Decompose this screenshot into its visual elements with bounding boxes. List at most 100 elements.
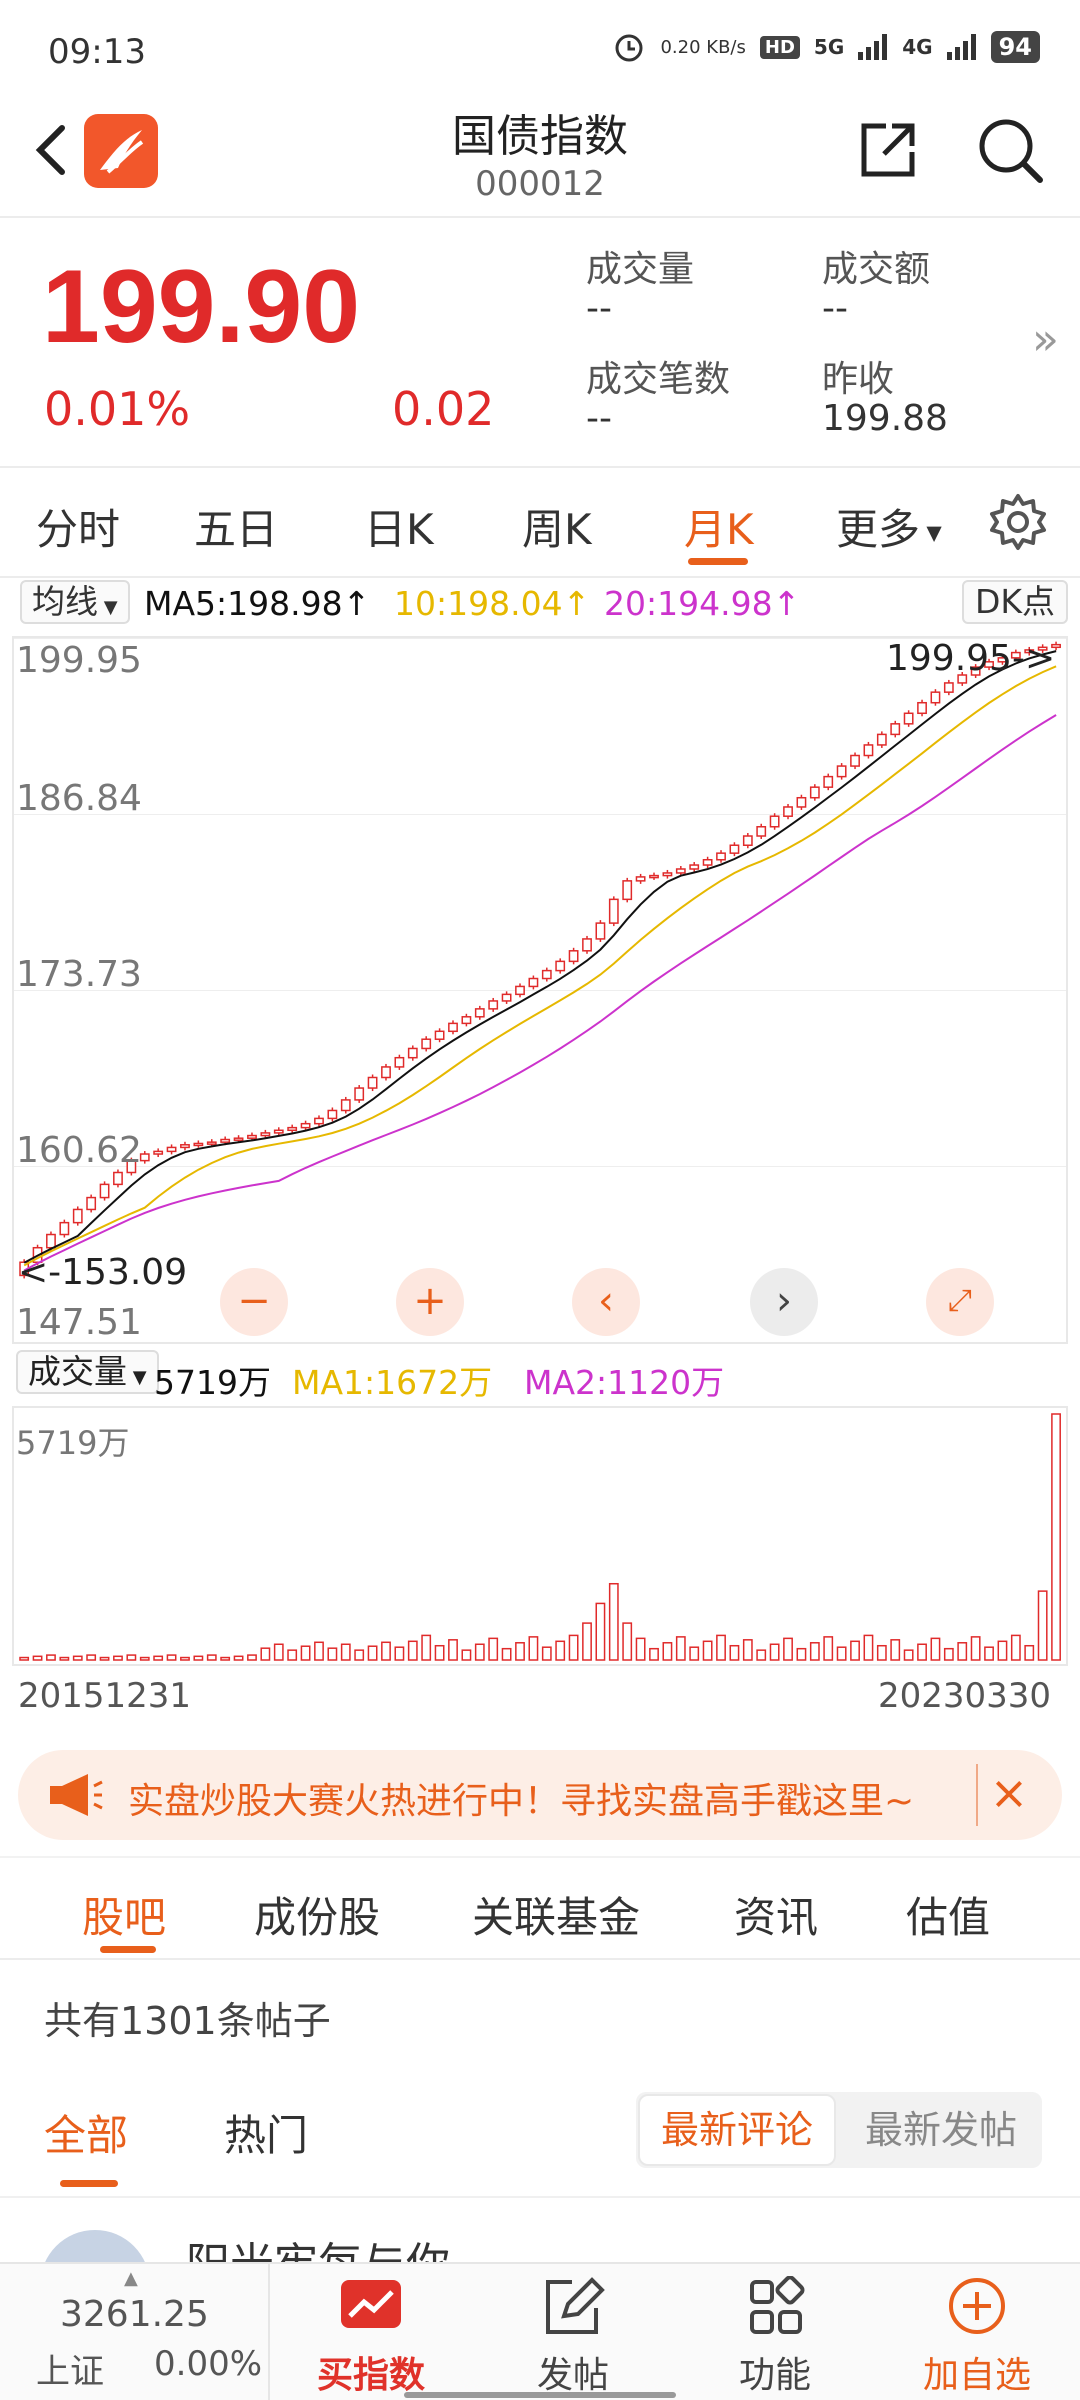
volume-bar [689,1646,700,1661]
scroll-left-button[interactable]: ‹ [572,1268,640,1336]
alarm-icon [615,34,643,62]
volume-bar [984,1646,994,1661]
volume-chart[interactable]: 5719万 [12,1406,1068,1666]
candle [340,1099,351,1112]
tab-daily-k[interactable]: 日K [364,496,434,557]
ma20-line [23,714,1057,1272]
volume-bar [1024,1644,1035,1661]
tab-guba[interactable]: 股吧 [82,1884,166,1945]
ma-selector[interactable]: 均线 ▼ [20,580,130,624]
close-icon[interactable] [976,1764,1038,1826]
kline-plot [19,641,1061,1279]
candle [595,922,606,940]
ma20-value: 20:194.98↑ [604,584,801,623]
volume-bar [662,1642,673,1661]
search-icon[interactable] [974,114,1046,186]
volume-bar [59,1656,70,1661]
candle [354,1087,365,1101]
volume-bar [394,1646,405,1661]
tab-constituents[interactable]: 成份股 [254,1884,380,1945]
date-end: 20230330 [878,1676,1052,1716]
home-indicator [404,2392,676,2398]
trades-value: -- [586,398,612,439]
volume-bar [528,1636,539,1661]
tab-weekly-k[interactable]: 周K [522,496,592,557]
volume-bar [823,1636,834,1661]
kline-chart[interactable]: 199.95 186.84 173.73 160.62 147.51 199.9… [12,636,1068,1344]
zoom-in-button[interactable]: + [396,1268,464,1336]
nav-post[interactable]: 发帖 [472,2264,674,2400]
filter-hot[interactable]: 热门 [224,2102,308,2163]
volume-bar [354,1649,365,1661]
candle [689,864,700,870]
volume-bar [702,1640,713,1661]
grid-apps-icon [750,2276,805,2334]
volume-bar [180,1656,190,1661]
zoom-out-button[interactable]: − [220,1268,288,1336]
volume-selector[interactable]: 成交量 ▼ [16,1350,159,1394]
promo-banner[interactable]: 实盘炒股大赛火热进行中！寻找实盘高手戳这里~ [18,1750,1062,1840]
candle [796,796,807,808]
caret-down-icon: ▼ [127,1367,147,1388]
y-label-min: 147.51 [16,1302,142,1343]
volume-bar [850,1640,860,1661]
change-percent: 0.01% [44,382,191,436]
nav-buy-index[interactable]: 买指数 [270,2264,472,2400]
post-list-item[interactable]: 阳光牢每与你 [0,2196,1080,2266]
tab-more[interactable]: 更多 ▼ [836,496,942,557]
tab-related-funds[interactable]: 关联基金 [472,1884,640,1945]
candle [662,872,673,877]
ma10-value: 10:198.04↑ [394,584,591,623]
volume-bar [541,1646,552,1661]
amount-label: 成交额 [822,249,931,290]
volume-bar [86,1654,97,1661]
volume-bar [997,1640,1008,1661]
candle [863,744,874,757]
amount-value: -- [822,288,848,329]
candle [769,815,780,828]
gear-icon[interactable] [988,492,1048,552]
volume-bar [729,1644,740,1661]
volume-bar [233,1655,244,1661]
volume-bar [474,1643,485,1661]
filter-all[interactable]: 全部 [44,2102,128,2163]
post-count: 共有1301条帖子 [44,1999,331,2043]
candle [99,1183,110,1199]
volume-bar [943,1647,954,1661]
add-circle-icon [949,2278,1005,2334]
nav-add-watchlist[interactable]: 加自选 [876,2264,1078,2400]
candle [59,1221,70,1236]
tab-active-underline [688,558,748,565]
candle [716,852,726,861]
tab-intraday[interactable]: 分时 [36,496,120,557]
fullscreen-expand-icon[interactable]: ⤢ [926,1268,994,1336]
index-change: 0.00% [154,2344,263,2384]
volume-bar [675,1636,686,1661]
candle [702,859,713,866]
volume-bar [407,1640,418,1661]
candle [890,723,901,736]
share-icon[interactable] [856,118,920,182]
battery-icon: 94 [990,31,1040,63]
candle [113,1171,123,1186]
scroll-right-button[interactable]: › [750,1268,818,1336]
sort-latest-comment[interactable]: 最新评论 [638,2094,836,2166]
change-value: 0.02 [392,382,495,436]
volume-bar [1037,1590,1048,1661]
ma-selector-label: 均线 [32,582,98,621]
dk-point-button[interactable]: DK点 [962,580,1068,624]
nav-functions[interactable]: 功能 [674,2264,876,2400]
tab-news[interactable]: 资讯 [734,1884,818,1945]
volume-bar [46,1654,56,1661]
caret-down-icon: ▼ [920,520,942,545]
volume-bar [649,1647,659,1661]
prev-close-label: 昨收 [822,359,895,400]
tab-valuation[interactable]: 估值 [906,1884,990,1945]
expand-chevron-icon[interactable]: » [1032,314,1059,365]
tab-five-day[interactable]: 五日 [194,496,278,557]
market-index-ticker[interactable]: ▲ 3261.25 上证 0.00% [0,2264,270,2400]
sort-latest-post[interactable]: 最新发帖 [846,2094,1036,2166]
network-5g: 5G [813,35,845,59]
volume-bar [742,1639,753,1661]
tab-monthly-k[interactable]: 月K [684,496,754,557]
